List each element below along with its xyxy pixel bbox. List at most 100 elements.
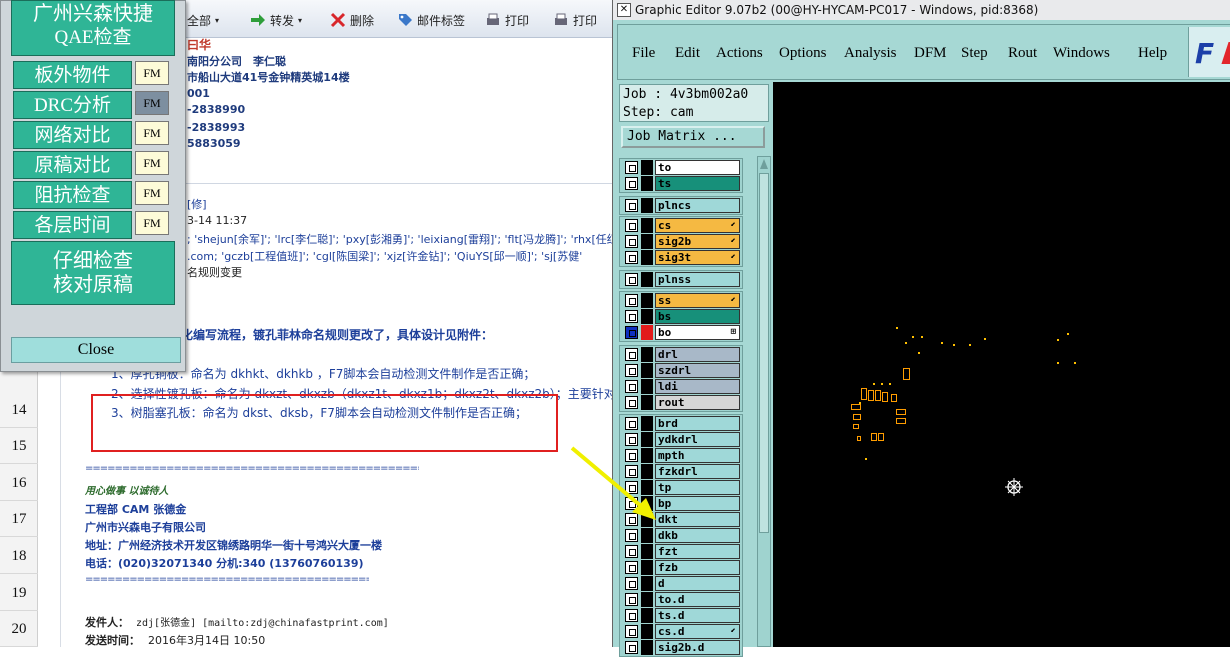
menu-dfm[interactable]: DFM <box>914 45 947 62</box>
layer-name[interactable]: szdrl <box>655 363 740 378</box>
layer-color-swatch[interactable] <box>641 218 653 233</box>
menu-help[interactable]: Help <box>1138 45 1167 62</box>
layer-scrollbar[interactable] <box>757 156 771 647</box>
menu-windows[interactable]: Windows <box>1053 45 1110 62</box>
layer-checkbox[interactable] <box>625 593 638 606</box>
layer-color-swatch[interactable] <box>641 496 653 511</box>
layer-name[interactable]: dkt <box>655 512 740 527</box>
close-button[interactable]: Close <box>11 337 181 363</box>
menu-file[interactable]: File <box>632 45 655 62</box>
delete-button[interactable]: 删除 <box>330 9 374 31</box>
drc-analysis-button[interactable]: DRC分析 <box>13 91 132 119</box>
layer-checkbox[interactable] <box>625 219 638 232</box>
layer-row-bs[interactable]: bs <box>623 309 741 324</box>
layer-checkbox[interactable] <box>625 251 638 264</box>
layer-checkbox[interactable] <box>625 609 638 622</box>
layer-name[interactable]: rout <box>655 395 740 410</box>
layer-checkbox[interactable] <box>625 235 638 248</box>
layer-row-sig2b[interactable]: sig2b ⬋ <box>623 234 741 249</box>
layer-checkbox[interactable] <box>625 396 638 409</box>
layer-checkbox[interactable] <box>625 294 638 307</box>
layer-color-swatch[interactable] <box>641 198 653 213</box>
layer-name[interactable]: cs ⬋ <box>655 218 740 233</box>
menu-actions[interactable]: Actions <box>716 45 763 62</box>
reply-all-button[interactable]: 全部 ▾ <box>187 9 219 31</box>
menu-step[interactable]: Step <box>961 45 988 62</box>
forward-button[interactable]: 转发 ▾ <box>250 9 302 31</box>
layer-color-swatch[interactable] <box>641 160 653 175</box>
layer-color-swatch[interactable] <box>641 592 653 607</box>
layer-name[interactable]: drl <box>655 347 740 362</box>
layer-color-swatch[interactable] <box>641 608 653 623</box>
layer-row-to[interactable]: to <box>623 160 741 175</box>
layer-color-swatch[interactable] <box>641 560 653 575</box>
layer-row-bp[interactable]: bp <box>623 496 741 511</box>
layer-color-swatch[interactable] <box>641 309 653 324</box>
layer-row-plncs[interactable]: plncs <box>623 198 741 213</box>
layer-row-ts[interactable]: ts <box>623 176 741 191</box>
layer-checkbox[interactable] <box>625 481 638 494</box>
layer-checkbox[interactable] <box>625 273 638 286</box>
layer-checkbox[interactable] <box>625 364 638 377</box>
layer-checkbox[interactable] <box>625 529 638 542</box>
layer-color-swatch[interactable] <box>641 480 653 495</box>
layer-color-swatch[interactable] <box>641 395 653 410</box>
layer-row-fzb[interactable]: fzb <box>623 560 741 575</box>
layer-checkbox[interactable] <box>625 161 638 174</box>
layer-row-ldi[interactable]: ldi <box>623 379 741 394</box>
layer-name[interactable]: sig2b.d <box>655 640 740 655</box>
layer-checkbox[interactable] <box>625 326 638 339</box>
layer-row-dkt[interactable]: dkt <box>623 512 741 527</box>
layer-checkbox[interactable] <box>625 177 638 190</box>
detailed-check-button[interactable]: 仔细检查 核对原稿 <box>11 241 175 305</box>
layer-row-d[interactable]: d <box>623 576 741 591</box>
layer-row-ss[interactable]: ss ⬋ <box>623 293 741 308</box>
layer-checkbox[interactable] <box>625 513 638 526</box>
graphic-canvas[interactable] <box>773 82 1230 647</box>
layer-name[interactable]: fzt <box>655 544 740 559</box>
layer-name[interactable]: mpth <box>655 448 740 463</box>
layer-color-swatch[interactable] <box>641 250 653 265</box>
layer-name[interactable]: bs <box>655 309 740 324</box>
layer-color-swatch[interactable] <box>641 347 653 362</box>
fm-button[interactable]: FM <box>135 211 169 235</box>
layer-name[interactable]: ts.d <box>655 608 740 623</box>
fm-button[interactable]: FM <box>135 91 169 115</box>
layer-row-ts-d[interactable]: ts.d <box>623 608 741 623</box>
layer-name[interactable]: ydkdrl <box>655 432 740 447</box>
layer-checkbox[interactable] <box>625 641 638 654</box>
recipients-to[interactable]: ; 'shejun[余军]'; 'lrc[李仁聪]'; 'pxy[彭湘勇]'; … <box>187 231 646 247</box>
layer-name[interactable]: d <box>655 576 740 591</box>
layer-row-sig2b-d[interactable]: sig2b.d <box>623 640 741 655</box>
fm-button[interactable]: FM <box>135 121 169 145</box>
layer-checkbox[interactable] <box>625 497 638 510</box>
menu-options[interactable]: Options <box>779 45 827 62</box>
layer-row-cs-d[interactable]: cs.d ⬋ <box>623 624 741 639</box>
layer-checkbox[interactable] <box>625 199 638 212</box>
layer-name[interactable]: bp <box>655 496 740 511</box>
print-button-2[interactable]: 打印 <box>553 9 597 31</box>
layer-name[interactable]: tp <box>655 480 740 495</box>
layer-name[interactable]: plncs <box>655 198 740 213</box>
menu-rout[interactable]: Rout <box>1008 45 1037 62</box>
layer-checkbox[interactable] <box>625 380 638 393</box>
layer-checkbox[interactable] <box>625 545 638 558</box>
layer-name[interactable]: ss ⬋ <box>655 293 740 308</box>
layer-color-swatch[interactable] <box>641 272 653 287</box>
layer-checkbox[interactable] <box>625 310 638 323</box>
scroll-thumb[interactable] <box>759 173 769 533</box>
recipients-cc[interactable]: .com; 'gczb[工程值班]'; 'cgl[陈国梁]'; 'xjz[许金钻… <box>187 248 582 264</box>
layer-name[interactable]: to.d <box>655 592 740 607</box>
layer-checkbox[interactable] <box>625 417 638 430</box>
layer-color-swatch[interactable] <box>641 325 653 340</box>
layer-color-swatch[interactable] <box>641 176 653 191</box>
layer-color-swatch[interactable] <box>641 379 653 394</box>
menu-edit[interactable]: Edit <box>675 45 700 62</box>
layer-name[interactable]: cs.d ⬋ <box>655 624 740 639</box>
layer-name[interactable]: sig3t ⬋ <box>655 250 740 265</box>
layer-row-to-d[interactable]: to.d <box>623 592 741 607</box>
layer-row-fzkdrl[interactable]: fzkdrl <box>623 464 741 479</box>
layer-row-drl[interactable]: drl <box>623 347 741 362</box>
layer-time-button[interactable]: 各层时间 <box>13 211 132 239</box>
layer-name[interactable]: plnss <box>655 272 740 287</box>
